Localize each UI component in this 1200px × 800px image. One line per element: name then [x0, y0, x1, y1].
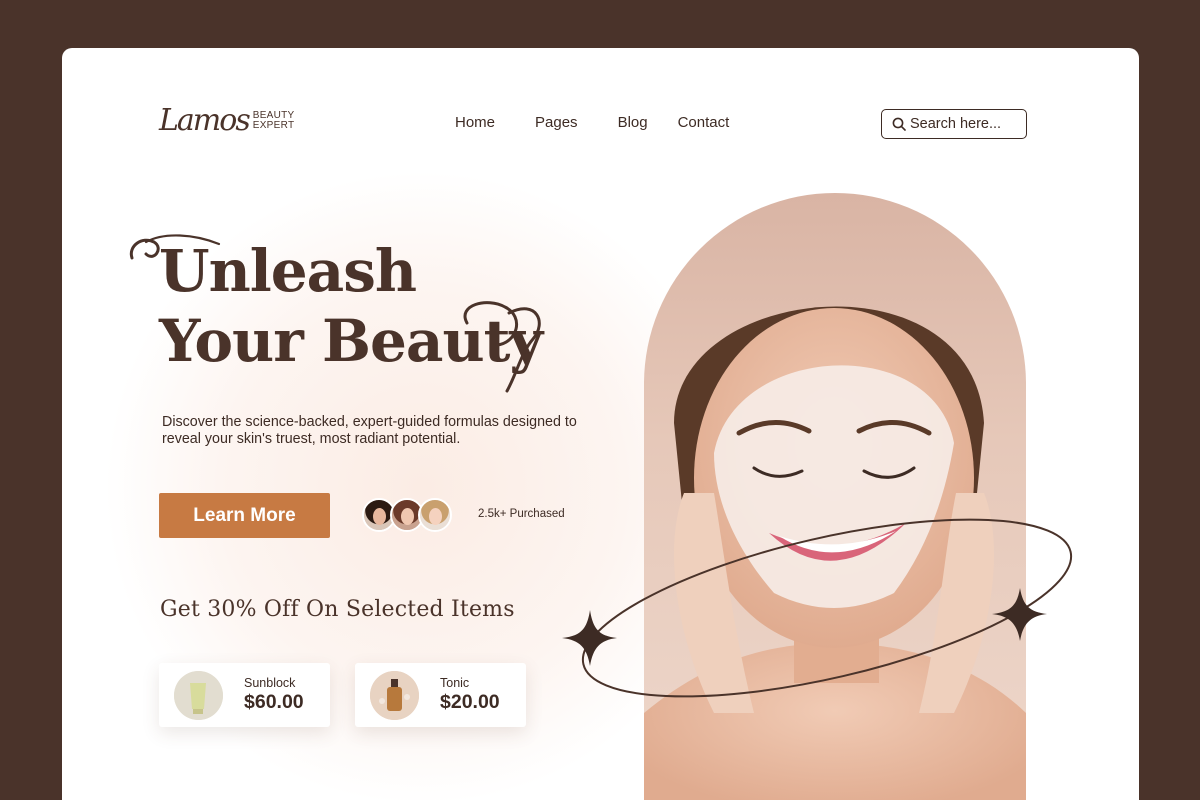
logo-mark: Lamos [159, 103, 251, 138]
nav-blog[interactable]: Blog [618, 114, 648, 131]
promo-title: Get 30% Off On Selected Items [160, 597, 515, 622]
sunblock-thumbnail [174, 671, 223, 720]
landing-page-card: Lamos BEAUTY EXPERT Home Pages Blog Cont… [62, 48, 1139, 800]
search-input[interactable] [910, 116, 1020, 132]
main-nav: Home Pages Blog Contact [455, 114, 729, 131]
tonic-bottle-icon [370, 671, 419, 720]
purchased-count: 2.5k+ Purchased [478, 508, 565, 520]
product-card-tonic[interactable]: Tonic $20.00 [355, 663, 526, 727]
avatar [418, 498, 452, 532]
sunblock-tube-icon [174, 671, 223, 720]
search-box[interactable] [881, 109, 1027, 139]
nav-contact[interactable]: Contact [678, 114, 730, 131]
nav-pages[interactable]: Pages [535, 114, 578, 131]
search-icon [892, 117, 906, 131]
hero-title-line1: Unleash [159, 237, 417, 305]
customer-avatars [362, 498, 452, 532]
learn-more-button[interactable]: Learn More [159, 493, 330, 538]
product-name: Tonic [440, 676, 470, 690]
hero-model-image [644, 193, 1026, 800]
tonic-thumbnail [370, 671, 419, 720]
product-price: $60.00 [244, 691, 304, 713]
product-card-sunblock[interactable]: Sunblock $60.00 [159, 663, 330, 727]
product-price: $20.00 [440, 691, 500, 713]
nav-home[interactable]: Home [455, 114, 495, 131]
hero-title-line2: Your Beauty [159, 307, 543, 375]
logo-tagline-line2: EXPERT [252, 120, 295, 131]
logo-tagline: BEAUTY EXPERT [253, 111, 295, 131]
brand-logo[interactable]: Lamos BEAUTY EXPERT [159, 106, 295, 136]
hero-headline: Unleash Your Beauty [159, 236, 543, 376]
face-illustration [644, 306, 1026, 800]
product-name: Sunblock [244, 676, 296, 690]
hero-description: Discover the science-backed, expert-guid… [162, 414, 577, 447]
